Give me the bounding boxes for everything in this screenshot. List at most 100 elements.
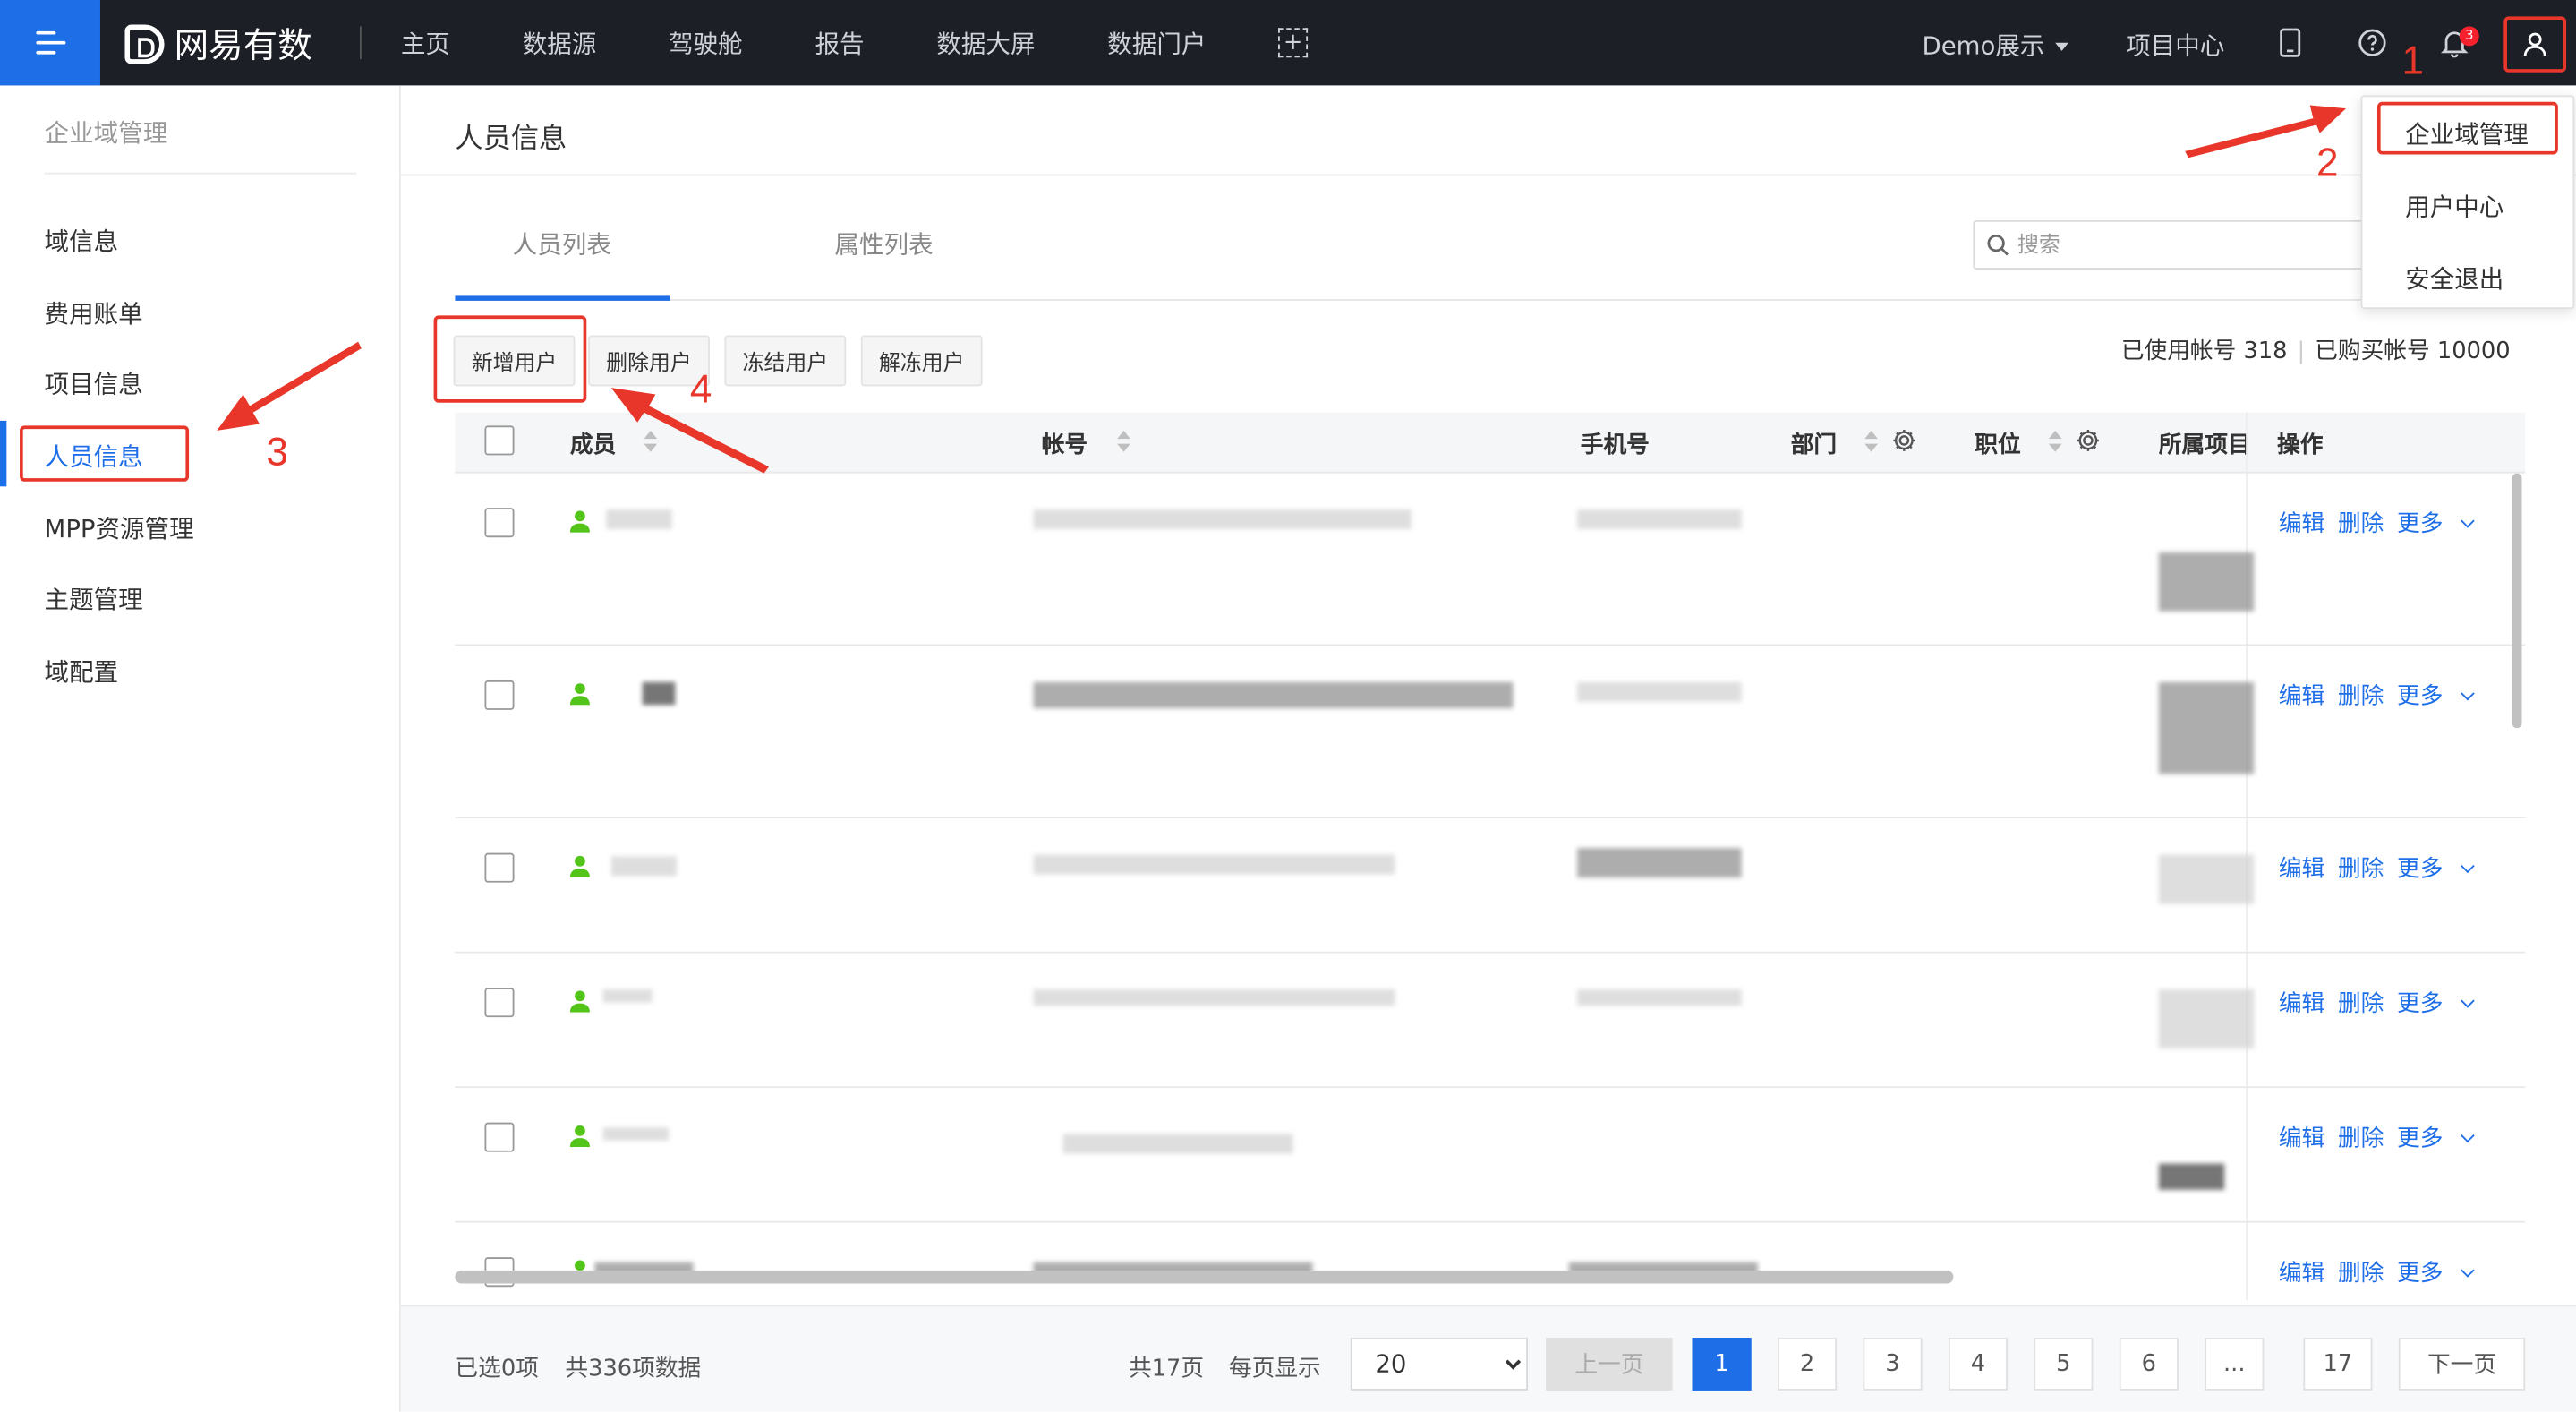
- sidebar-item-theme[interactable]: 主题管理: [45, 582, 143, 617]
- divider: [400, 174, 2576, 176]
- delete-link[interactable]: 删除: [2338, 511, 2384, 537]
- nav-cockpit[interactable]: 驾驶舱: [669, 25, 743, 60]
- page-ellipsis[interactable]: ...: [2205, 1338, 2265, 1391]
- page-button-1[interactable]: 1: [1692, 1338, 1752, 1391]
- nav-portal[interactable]: 数据门户: [1107, 25, 1206, 60]
- column-position[interactable]: 职位: [1975, 427, 2020, 460]
- add-icon[interactable]: +: [1278, 28, 1309, 58]
- row-checkbox[interactable]: [484, 680, 515, 710]
- freeze-user-button[interactable]: 冻结用户: [724, 335, 847, 387]
- delete-link[interactable]: 删除: [2338, 1125, 2384, 1151]
- redacted-account: [1062, 1134, 1293, 1154]
- delete-link[interactable]: 删除: [2338, 856, 2384, 882]
- menu-item-logout[interactable]: 安全退出: [2405, 261, 2503, 296]
- column-account[interactable]: 帐号: [1042, 427, 1088, 460]
- redacted-member: [602, 988, 653, 1003]
- sidebar-item-mpp[interactable]: MPP资源管理: [45, 511, 194, 546]
- sidebar-item-project-info[interactable]: 项目信息: [45, 366, 143, 401]
- project-selector[interactable]: Demo展示: [1923, 28, 2068, 63]
- table-row: 编辑 删除 更多: [455, 474, 2526, 646]
- user-icon: [569, 1125, 590, 1148]
- sort-icon[interactable]: [1117, 430, 1130, 454]
- delete-link[interactable]: 删除: [2338, 684, 2384, 710]
- accounts-purchased: 已购买帐号 10000: [2315, 338, 2511, 365]
- edit-link[interactable]: 编辑: [2279, 511, 2324, 537]
- brand-logo[interactable]: 网易有数: [124, 20, 312, 69]
- edit-link[interactable]: 编辑: [2279, 684, 2324, 710]
- unfreeze-user-button[interactable]: 解冻用户: [860, 335, 983, 387]
- redacted-member: [642, 681, 676, 706]
- annotation-1: 1: [2401, 39, 2425, 84]
- more-dropdown[interactable]: 更多: [2397, 511, 2486, 537]
- page-button-5[interactable]: 5: [2034, 1338, 2094, 1391]
- nav-report[interactable]: 报告: [815, 25, 864, 60]
- gear-icon[interactable]: [1891, 427, 1917, 453]
- tab-attribute-list[interactable]: 属性列表: [834, 227, 933, 261]
- row-checkbox[interactable]: [484, 508, 515, 538]
- more-dropdown[interactable]: 更多: [2397, 856, 2486, 883]
- annotation-highlight: [2376, 101, 2558, 155]
- active-indicator: [0, 420, 7, 487]
- page-button-6[interactable]: 6: [2119, 1338, 2179, 1391]
- row-checkbox[interactable]: [484, 852, 515, 883]
- user-menu-button[interactable]: [2503, 16, 2567, 73]
- edit-link[interactable]: 编辑: [2279, 991, 2324, 1017]
- edit-link[interactable]: 编辑: [2279, 1125, 2324, 1151]
- table-row: 编辑 删除 更多: [455, 1088, 2526, 1223]
- page-size-select[interactable]: 20: [1350, 1338, 1529, 1391]
- tab-member-list[interactable]: 人员列表: [513, 227, 611, 261]
- tablet-icon[interactable]: [2275, 28, 2305, 57]
- sidebar-item-domain-config[interactable]: 域配置: [45, 655, 119, 689]
- column-actions: 操作: [2277, 432, 2324, 459]
- page-button-2[interactable]: 2: [1778, 1338, 1838, 1391]
- sidebar-title: 企业域管理: [44, 118, 168, 149]
- more-dropdown[interactable]: 更多: [2397, 684, 2486, 710]
- column-department[interactable]: 部门: [1791, 427, 1837, 460]
- next-page-button[interactable]: 下一页: [2398, 1338, 2526, 1391]
- column-phone: 手机号: [1580, 432, 1650, 459]
- sort-icon[interactable]: [644, 430, 658, 454]
- menu-item-user-center[interactable]: 用户中心: [2405, 189, 2503, 224]
- column-member[interactable]: 成员: [570, 427, 616, 460]
- prev-page-button[interactable]: 上一页: [1546, 1338, 1673, 1391]
- select-all-checkbox[interactable]: [484, 425, 515, 456]
- user-icon: [569, 683, 590, 706]
- nav-home[interactable]: 主页: [401, 25, 450, 60]
- page-button-3[interactable]: 3: [1863, 1338, 1923, 1391]
- delete-link[interactable]: 删除: [2338, 991, 2384, 1017]
- more-dropdown[interactable]: 更多: [2397, 1261, 2486, 1287]
- horizontal-scrollbar[interactable]: [455, 1270, 1954, 1284]
- redacted-phone: [1577, 848, 1742, 878]
- total-pages: 共17页: [1128, 1356, 1205, 1382]
- pagination-footer: 已选0项 共336项数据 共17页 每页显示 20 上一页 1 2 3 4 5 …: [400, 1305, 2576, 1412]
- delete-link[interactable]: 删除: [2338, 1261, 2384, 1287]
- annotation-3: 3: [266, 430, 288, 475]
- redacted-project: [2158, 1163, 2225, 1190]
- help-icon[interactable]: [2358, 28, 2387, 57]
- divider: [455, 299, 2526, 301]
- project-center-link[interactable]: 项目中心: [2126, 28, 2224, 63]
- sort-icon[interactable]: [1864, 430, 1878, 454]
- vertical-scrollbar[interactable]: [2512, 473, 2522, 729]
- redacted-project: [2158, 854, 2255, 904]
- nav-bigscreen[interactable]: 数据大屏: [936, 25, 1035, 60]
- more-label: 更多: [2396, 1125, 2444, 1152]
- edit-link[interactable]: 编辑: [2279, 856, 2324, 882]
- page-size-label: 每页显示: [1228, 1356, 1321, 1382]
- row-checkbox[interactable]: [484, 1122, 515, 1152]
- page-button-4[interactable]: 4: [1948, 1338, 2008, 1391]
- sidebar-item-billing[interactable]: 费用账单: [45, 295, 143, 330]
- more-dropdown[interactable]: 更多: [2397, 991, 2486, 1017]
- page-button-17[interactable]: 17: [2303, 1338, 2373, 1391]
- nav-datasource[interactable]: 数据源: [523, 25, 597, 60]
- gear-icon[interactable]: [2075, 427, 2101, 453]
- row-checkbox[interactable]: [484, 988, 515, 1018]
- menu-toggle-button[interactable]: [0, 0, 100, 86]
- redacted-phone: [1577, 988, 1742, 1006]
- row-actions: 编辑 删除 更多: [2279, 851, 2499, 885]
- more-dropdown[interactable]: 更多: [2396, 1125, 2486, 1152]
- sidebar-item-domain-info[interactable]: 域信息: [45, 224, 119, 259]
- sort-icon[interactable]: [2048, 430, 2062, 454]
- edit-link[interactable]: 编辑: [2279, 1261, 2324, 1287]
- table-row: 编辑 删除 更多: [455, 646, 2526, 819]
